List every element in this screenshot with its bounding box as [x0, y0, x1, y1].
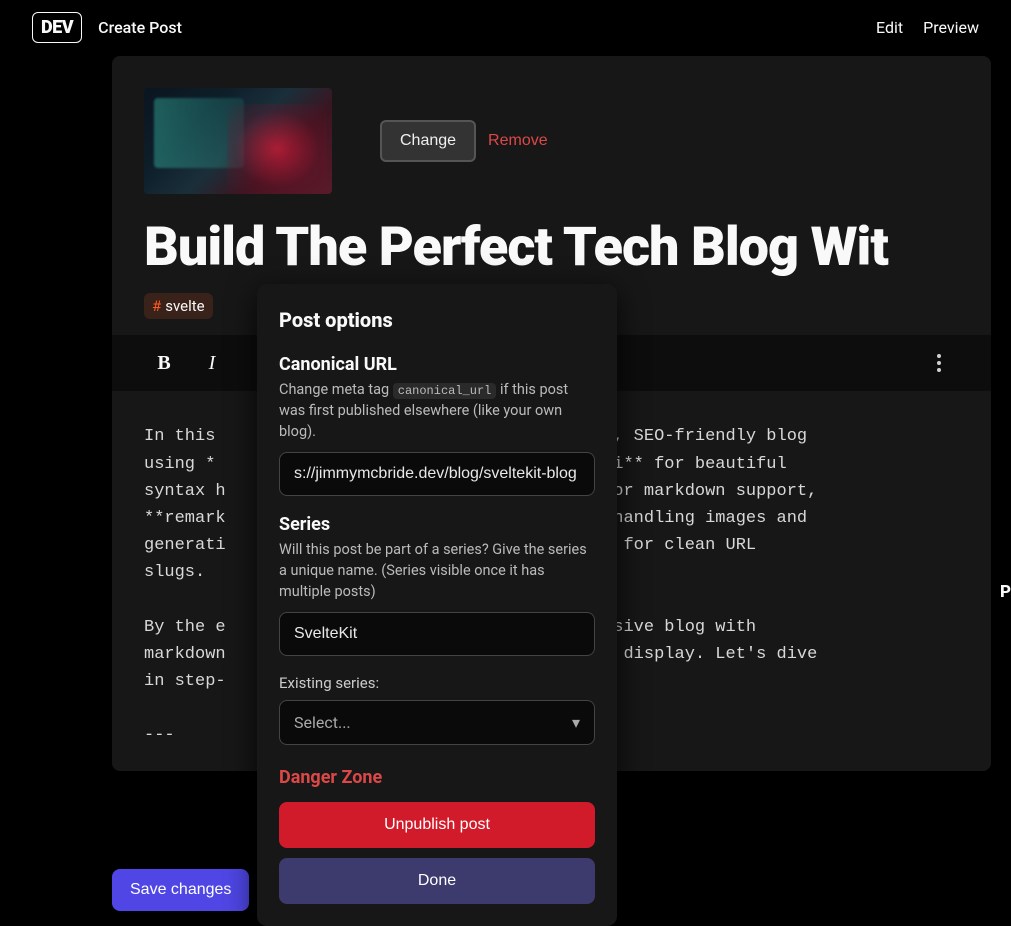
change-cover-button[interactable]: Change: [380, 120, 476, 162]
canonical-heading: Canonical URL: [279, 354, 595, 375]
tag-label: svelte: [165, 297, 204, 315]
header-tabs: Edit Preview: [876, 18, 979, 37]
existing-series-select[interactable]: Select... ▾: [279, 700, 595, 745]
unpublish-button[interactable]: Unpublish post: [279, 802, 595, 848]
existing-series-label: Existing series:: [279, 674, 595, 692]
canonical-code: canonical_url: [393, 383, 497, 399]
series-heading: Series: [279, 514, 595, 535]
select-placeholder: Select...: [294, 713, 351, 732]
cover-buttons: Change Remove: [380, 120, 548, 162]
post-options-popover: Post options Canonical URL Change meta t…: [257, 284, 617, 926]
dev-logo[interactable]: DEV: [32, 12, 82, 43]
chevron-down-icon: ▾: [572, 713, 580, 732]
tab-edit[interactable]: Edit: [876, 18, 903, 37]
app-header: DEV Create Post Edit Preview: [0, 0, 1011, 54]
series-name-input[interactable]: [279, 612, 595, 656]
side-letter: P: [1000, 582, 1011, 602]
danger-zone-heading: Danger Zone: [279, 767, 595, 788]
tag-svelte[interactable]: # svelte: [144, 293, 213, 319]
done-button[interactable]: Done: [279, 858, 595, 904]
bold-button[interactable]: B: [144, 343, 184, 383]
italic-button[interactable]: I: [192, 343, 232, 383]
cover-image[interactable]: [144, 88, 332, 194]
more-button[interactable]: [919, 343, 959, 383]
cover-section: Change Remove: [112, 56, 991, 218]
canonical-url-input[interactable]: [279, 452, 595, 496]
more-vertical-icon: [927, 351, 951, 375]
post-title-input[interactable]: Build The Perfect Tech Blog Wit: [112, 218, 991, 293]
canonical-desc: Change meta tag canonical_url if this po…: [279, 379, 595, 442]
series-desc: Will this post be part of a series? Give…: [279, 539, 595, 602]
remove-cover-button[interactable]: Remove: [488, 132, 548, 150]
tab-preview[interactable]: Preview: [923, 18, 979, 37]
page-title: Create Post: [98, 18, 182, 37]
tag-hash: #: [152, 297, 161, 315]
save-changes-button[interactable]: Save changes: [112, 869, 249, 911]
popover-title: Post options: [279, 308, 595, 332]
